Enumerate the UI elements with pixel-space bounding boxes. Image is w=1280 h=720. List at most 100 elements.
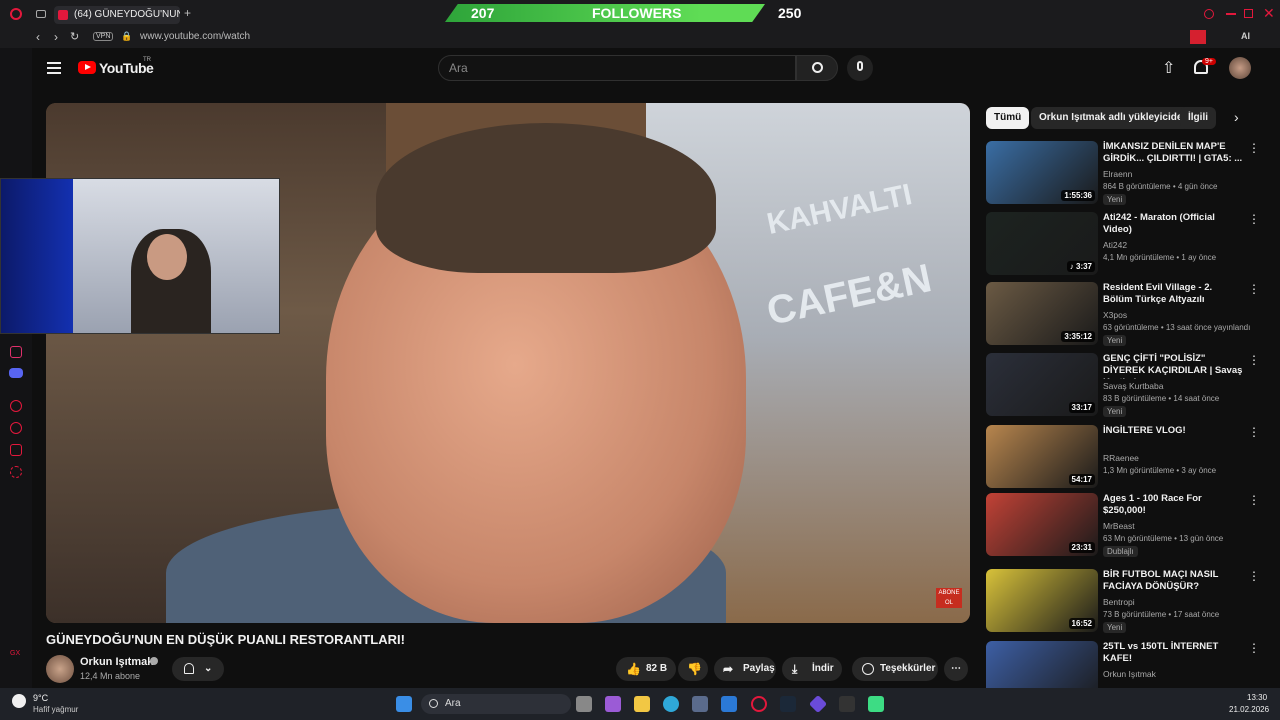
task-view-icon[interactable] — [576, 696, 592, 712]
mail-icon[interactable] — [721, 696, 737, 712]
recommendation-channel[interactable]: Elraenn — [1103, 169, 1132, 179]
recommendation-thumbnail[interactable]: 23:31 — [986, 493, 1098, 556]
opera-gx-taskbar-icon[interactable] — [751, 696, 767, 712]
recommendation-title[interactable]: GENÇ ÇİFTİ "POLİSİZ" DİYEREK KAÇIRDILAR … — [1103, 353, 1243, 379]
clock-time[interactable]: 13:30 — [1247, 693, 1267, 702]
account-avatar[interactable] — [1229, 57, 1251, 79]
recommendation-title[interactable]: Resident Evil Village - 2. Bölüm Türkçe … — [1103, 282, 1243, 306]
search-input[interactable]: Ara — [438, 55, 796, 81]
more-options-icon[interactable]: ⋮ — [1248, 425, 1260, 439]
download-icon: ⤓ — [792, 662, 798, 676]
more-options-icon[interactable]: ⋮ — [1248, 569, 1260, 583]
recommendation-channel[interactable]: X3pos — [1103, 310, 1127, 320]
more-options-icon[interactable]: ⋮ — [1248, 493, 1260, 507]
vpn-badge[interactable]: VPN — [93, 32, 114, 41]
channel-name[interactable]: Orkun Işıtmak — [80, 656, 153, 668]
recommendation-item[interactable]: 33:17 GENÇ ÇİFTİ "POLİSİZ" DİYEREK KAÇIRD… — [986, 353, 1262, 419]
taskbar-search-label: Ara — [445, 698, 461, 709]
recommendation-thumbnail[interactable]: 33:17 — [986, 353, 1098, 416]
more-actions-button[interactable]: ⋯ — [944, 657, 968, 681]
browser-tab-active[interactable]: (64) GÜNEYDOĞU'NUN — [54, 6, 180, 24]
more-options-icon[interactable]: ⋮ — [1248, 353, 1260, 367]
minimize-button[interactable] — [1226, 13, 1236, 15]
recommendation-title[interactable]: 25TL vs 150TL İNTERNET KAFE! — [1103, 641, 1243, 665]
more-options-icon[interactable]: ⋮ — [1248, 212, 1260, 226]
taskbar-search-input[interactable]: Ara — [421, 694, 571, 714]
recommendation-channel[interactable]: Ati242 — [1103, 240, 1127, 250]
weather-temp[interactable]: 9°C — [33, 693, 48, 703]
voice-search-button[interactable] — [847, 55, 873, 81]
youtube-logo-icon[interactable] — [78, 61, 96, 74]
more-options-icon[interactable]: ⋮ — [1248, 141, 1260, 155]
download-button[interactable]: ⤓ İndir — [782, 657, 842, 681]
recommendation-item[interactable]: 54:17 İNGİLTERE VLOG! RRaenee 1,3 Mn görünt… — [986, 425, 1262, 491]
epic-games-icon[interactable] — [839, 696, 855, 712]
recommendation-thumbnail[interactable]: 3:35:12 — [986, 282, 1098, 345]
recommendation-channel[interactable]: RRaenee — [1103, 453, 1139, 463]
recommendation-item[interactable]: ♪ 3:37 Ati242 - Maraton (Official Video) A… — [986, 212, 1262, 278]
edge-browser-icon[interactable] — [663, 696, 679, 712]
ai-button[interactable]: AI — [1241, 31, 1250, 41]
close-window-button[interactable]: ✕ — [1263, 5, 1275, 22]
pinboard-icon[interactable] — [10, 444, 22, 456]
recommendation-thumbnail[interactable] — [986, 641, 1098, 688]
opera-logo-icon[interactable] — [10, 8, 22, 20]
thanks-button[interactable]: Teşekkürler — [852, 657, 938, 681]
recommendation-thumbnail[interactable]: 16:52 — [986, 569, 1098, 632]
share-button[interactable]: ➦ Paylaş — [714, 657, 776, 681]
channel-avatar[interactable] — [46, 655, 74, 683]
more-options-icon[interactable]: ⋮ — [1248, 641, 1260, 655]
maximize-button[interactable] — [1244, 9, 1253, 18]
recommendation-channel[interactable]: MrBeast — [1103, 521, 1135, 531]
store-icon[interactable] — [692, 696, 708, 712]
chat-app-icon[interactable] — [605, 696, 621, 712]
start-windows-icon[interactable] — [396, 696, 412, 712]
chip-scroll-right-icon[interactable]: › — [1234, 109, 1239, 125]
recommendation-item[interactable]: 25TL vs 150TL İNTERNET KAFE! Orkun Işıtma… — [986, 641, 1262, 688]
weather-description[interactable]: Hafif yağmur — [33, 705, 78, 714]
chip-from-uploader[interactable]: Orkun Işıtmak adlı yükleyiciden — [1031, 107, 1197, 129]
tab-overview-icon[interactable] — [36, 10, 46, 18]
recommendation-item[interactable]: 1:55:36 İMKANSIZ DENİLEN MAP'E GİRDİK... … — [986, 141, 1262, 207]
recommendation-channel[interactable]: Savaş Kurtbaba — [1103, 381, 1163, 391]
search-button[interactable] — [796, 55, 838, 81]
recommendation-title[interactable]: BİR FUTBOL MAÇI NASIL FACİAYA DÖNÜŞÜR? — [1103, 569, 1243, 593]
create-upload-icon[interactable]: ⇧ — [1162, 58, 1175, 78]
reload-icon[interactable]: ↻ — [70, 30, 79, 43]
android-app-icon[interactable] — [868, 696, 884, 712]
chip-all[interactable]: Tümü — [986, 107, 1030, 129]
settings-icon[interactable] — [10, 466, 22, 478]
subscribed-bell-button[interactable]: ⌄ — [172, 657, 224, 681]
instagram-icon[interactable] — [10, 346, 22, 358]
steam-icon[interactable] — [780, 696, 796, 712]
share-label: Paylaş — [743, 663, 775, 674]
recommendation-item[interactable]: 16:52 BİR FUTBOL MAÇI NASIL FACİAYA DÖNÜŞ… — [986, 569, 1262, 635]
dislike-button[interactable]: 👎 — [678, 657, 708, 681]
search-tabs-icon[interactable] — [1204, 9, 1214, 19]
recommendation-thumbnail[interactable]: 1:55:36 — [986, 141, 1098, 204]
recommendation-item[interactable]: 3:35:12 Resident Evil Village - 2. Bölüm … — [986, 282, 1262, 348]
recommendation-title[interactable]: Ages 1 - 100 Race For $250,000! — [1103, 493, 1243, 517]
forward-icon[interactable]: › — [54, 30, 58, 44]
recommendation-title[interactable]: İMKANSIZ DENİLEN MAP'E GİRDİK... ÇILDIRT… — [1103, 141, 1243, 165]
new-tab-button[interactable]: + — [184, 6, 191, 20]
clock-date[interactable]: 21.02.2026 — [1229, 705, 1269, 714]
hamburger-menu-icon[interactable] — [47, 62, 61, 74]
chip-related[interactable]: İlgili — [1180, 107, 1216, 129]
file-explorer-icon[interactable] — [634, 696, 650, 712]
recommendation-channel[interactable]: Orkun Işıtmak — [1103, 669, 1156, 679]
like-button[interactable]: 👍 82 B — [616, 657, 676, 681]
recommendation-channel[interactable]: Bentropi — [1103, 597, 1135, 607]
player-icon[interactable] — [10, 400, 22, 412]
back-icon[interactable]: ‹ — [36, 30, 40, 44]
history-icon[interactable] — [10, 422, 22, 434]
url-text[interactable]: www.youtube.com/watch — [140, 31, 250, 42]
discord-icon[interactable] — [9, 368, 23, 378]
recommendation-item[interactable]: 23:31 Ages 1 - 100 Race For $250,000! MrBe… — [986, 493, 1262, 559]
recommendation-thumbnail[interactable]: 54:17 — [986, 425, 1098, 488]
recommendation-title[interactable]: İNGİLTERE VLOG! — [1103, 425, 1243, 437]
more-options-icon[interactable]: ⋮ — [1248, 282, 1260, 296]
recommendation-title[interactable]: Ati242 - Maraton (Official Video) — [1103, 212, 1243, 236]
recommendation-thumbnail[interactable]: ♪ 3:37 — [986, 212, 1098, 275]
weather-icon[interactable] — [12, 694, 26, 708]
